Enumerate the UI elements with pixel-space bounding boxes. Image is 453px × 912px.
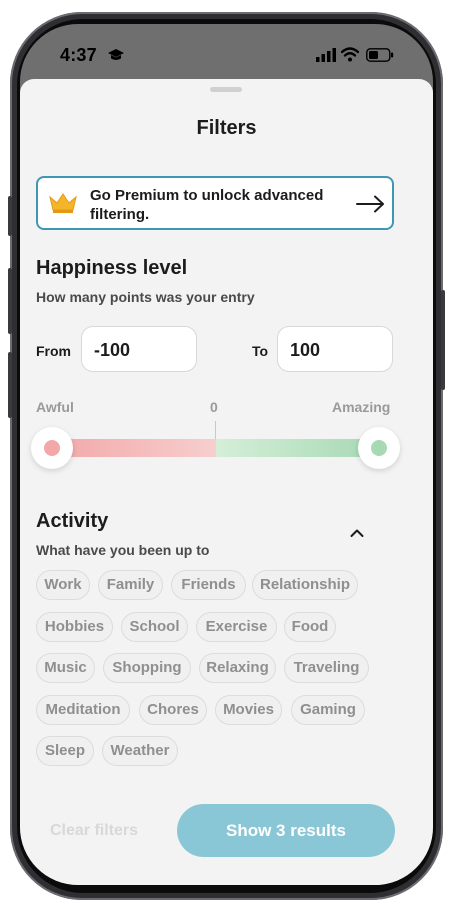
volume-down-button	[8, 352, 12, 418]
activity-title: Activity	[36, 510, 109, 532]
to-label: To	[252, 343, 269, 359]
tag-chores[interactable]: Chores	[139, 695, 207, 725]
chevron-up-icon[interactable]	[350, 528, 364, 538]
tag-gaming[interactable]: Gaming	[291, 695, 365, 725]
tag-meditation[interactable]: Meditation	[36, 695, 130, 725]
status-bar: 4:37	[20, 24, 433, 82]
scale-max-label: Amazing	[332, 399, 391, 415]
crown-icon	[49, 193, 77, 213]
tag-traveling[interactable]: Traveling	[284, 653, 369, 683]
slider-zero-tick	[215, 421, 216, 439]
slider-min-handle[interactable]	[31, 427, 73, 469]
slider-track-positive[interactable]	[216, 439, 380, 457]
sheet-grabber[interactable]	[210, 87, 242, 92]
happiness-subtitle: How many points was your entry	[36, 289, 255, 305]
show-results-button[interactable]: Show 3 results	[177, 804, 395, 857]
tag-work[interactable]: Work	[36, 570, 90, 600]
to-input[interactable]: 100	[277, 326, 393, 372]
premium-banner-text: Go Premium to unlock advanced filtering.	[90, 187, 324, 223]
slider-min-dot	[44, 440, 60, 456]
tag-family[interactable]: Family	[98, 570, 163, 600]
cellular-signal-icon	[316, 48, 336, 62]
tag-relationship[interactable]: Relationship	[252, 570, 358, 600]
filters-sheet: Filters Go Premium to unlock advanced fi…	[20, 79, 433, 885]
screen: 4:37 Filters Go Premium to unlock advanc…	[20, 24, 433, 885]
action-button	[8, 196, 12, 236]
graduation-cap-icon	[108, 49, 124, 60]
tag-shopping[interactable]: Shopping	[103, 653, 191, 683]
activity-subtitle: What have you been up to	[36, 542, 210, 558]
volume-up-button	[8, 268, 12, 334]
tag-exercise[interactable]: Exercise	[196, 612, 277, 642]
premium-banner[interactable]: Go Premium to unlock advanced filtering.	[36, 176, 394, 230]
tag-friends[interactable]: Friends	[171, 570, 246, 600]
power-button	[441, 290, 445, 390]
tag-relaxing[interactable]: Relaxing	[199, 653, 276, 683]
tag-school[interactable]: School	[121, 612, 188, 642]
sheet-title: Filters	[196, 117, 257, 139]
wifi-icon	[341, 47, 359, 62]
from-label: From	[36, 343, 71, 359]
tag-hobbies[interactable]: Hobbies	[36, 612, 113, 642]
clear-filters-button[interactable]: Clear filters	[50, 822, 138, 840]
scale-min-label: Awful	[36, 399, 74, 415]
slider-max-handle[interactable]	[358, 427, 400, 469]
slider-track-negative[interactable]	[52, 439, 216, 457]
tag-movies[interactable]: Movies	[215, 695, 282, 725]
slider-max-dot	[371, 440, 387, 456]
tag-weather[interactable]: Weather	[102, 736, 178, 766]
tag-food[interactable]: Food	[284, 612, 336, 642]
status-time: 4:37	[60, 45, 97, 65]
happiness-title: Happiness level	[36, 257, 188, 279]
tag-sleep[interactable]: Sleep	[36, 736, 94, 766]
arrow-right-icon	[356, 195, 384, 213]
battery-icon	[366, 48, 394, 62]
scale-mid-label: 0	[210, 399, 218, 415]
tag-music[interactable]: Music	[36, 653, 95, 683]
from-input[interactable]: -100	[81, 326, 197, 372]
